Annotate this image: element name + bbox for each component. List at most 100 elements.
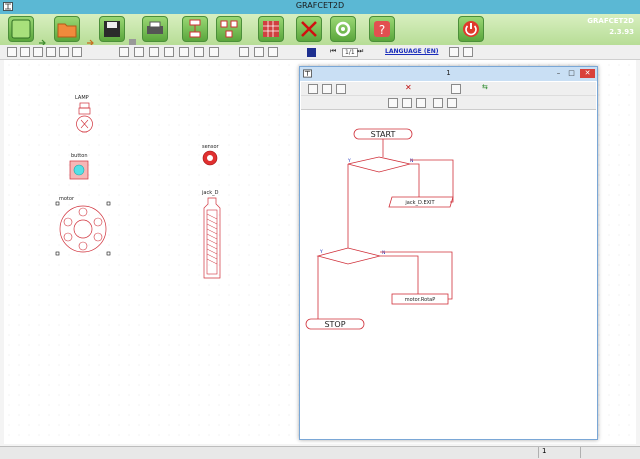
- folder-icon: [57, 23, 77, 38]
- status-empty: [580, 447, 639, 458]
- minimize-icon[interactable]: –: [553, 69, 564, 78]
- start-terminal[interactable]: START: [353, 128, 413, 140]
- grafcet-view-button[interactable]: [182, 16, 208, 42]
- component-tool-icon[interactable]: [7, 47, 17, 57]
- help-icon: ?: [374, 21, 390, 37]
- decision-1-no: N: [410, 158, 413, 164]
- save-button[interactable]: [99, 16, 125, 42]
- grid-icon: [263, 21, 279, 37]
- floppy-icon: [104, 21, 120, 37]
- child-step-icon[interactable]: [433, 98, 443, 108]
- flow-line-loop2: [380, 251, 453, 300]
- input-tool-icon[interactable]: [20, 47, 30, 57]
- power-icon: [463, 21, 479, 37]
- main-toolbar: ? GRAFCET2D 2.3.93: [0, 14, 640, 47]
- child-image-icon[interactable]: [451, 84, 461, 94]
- new-page-icon: [11, 19, 31, 39]
- picture-icon[interactable]: [463, 47, 473, 57]
- child-pointer-icon[interactable]: [388, 98, 398, 108]
- flow-line-loop1: [410, 159, 454, 203]
- svg-text:?: ?: [379, 23, 385, 37]
- stop-text: STOP: [324, 320, 345, 329]
- color-swatch[interactable]: [307, 48, 316, 57]
- grafcet-icon: [189, 19, 201, 38]
- sensor-icon[interactable]: [202, 150, 218, 166]
- language-link[interactable]: LANGUAGE (EN): [385, 48, 438, 55]
- flowchart-window: 1 – □ ✕ ✕ ⇆ START Y N jack_D.EXIT Y N mo…: [299, 66, 598, 440]
- decision-1[interactable]: [347, 156, 411, 173]
- first-page-icon[interactable]: ⏮: [330, 47, 336, 56]
- rect-tool-icon[interactable]: [134, 47, 144, 57]
- maximize-icon[interactable]: □: [566, 69, 577, 78]
- delete-all-button[interactable]: [296, 16, 322, 42]
- action-1-text: jack_D.EXIT: [404, 200, 435, 206]
- version-app-name: GRAFCET2D: [587, 17, 634, 25]
- close-icon[interactable]: ✕: [580, 69, 595, 78]
- gear-icon: [335, 21, 351, 37]
- status-page: 1: [538, 447, 582, 458]
- action-1-box[interactable]: jack_D.EXIT: [388, 196, 454, 208]
- app-titlebar: GRAFCET2D: [0, 0, 640, 14]
- printer-icon: [147, 21, 163, 34]
- button-label: button: [71, 153, 88, 159]
- child-network-icon[interactable]: [402, 98, 412, 108]
- text-tool-icon[interactable]: [209, 47, 219, 57]
- jack-icon[interactable]: [200, 196, 224, 280]
- child-decision-icon[interactable]: [447, 98, 457, 108]
- copy-page-icon[interactable]: [268, 47, 278, 57]
- stop-terminal[interactable]: STOP: [305, 318, 365, 330]
- child-toolbar-bottom: [301, 96, 596, 110]
- child-open-icon[interactable]: [322, 84, 332, 94]
- motor-icon[interactable]: [54, 200, 112, 258]
- fill-tool-icon[interactable]: [179, 47, 189, 57]
- start-text: START: [371, 130, 396, 139]
- action-2-text: motor.RotaP: [405, 297, 435, 303]
- camera-icon[interactable]: [449, 47, 459, 57]
- network-view-button[interactable]: [216, 16, 242, 42]
- secondary-toolbar: ⏮ 1/1 ⏭ LANGUAGE (EN): [0, 45, 640, 60]
- child-move-icon[interactable]: [416, 98, 426, 108]
- version-info: GRAFCET2D 2.3.93: [587, 16, 634, 38]
- flow-line-no1: [410, 163, 420, 197]
- button-icon[interactable]: [69, 160, 89, 180]
- delete-page-icon[interactable]: [254, 47, 264, 57]
- lamp-label: LAMP: [75, 95, 89, 101]
- delete-cross-icon: [301, 21, 317, 37]
- child-titlebar: 1 – □ ✕: [300, 67, 597, 81]
- line-tool-icon[interactable]: [119, 47, 129, 57]
- decision-2-yes: Y: [319, 249, 323, 255]
- child-delete-icon[interactable]: ✕: [405, 83, 412, 92]
- last-page-icon[interactable]: ⏭: [357, 47, 363, 56]
- network-tool-icon[interactable]: [46, 47, 56, 57]
- lamp-icon[interactable]: [73, 102, 97, 138]
- network-icon: [220, 20, 238, 38]
- status-bar: 1: [0, 446, 640, 459]
- child-toolbar-top: ✕ ⇆: [301, 82, 596, 96]
- arrow-tool-icon[interactable]: [164, 47, 174, 57]
- simulation-button[interactable]: [330, 16, 356, 42]
- exit-button[interactable]: [458, 16, 484, 42]
- help-button[interactable]: ?: [369, 16, 395, 42]
- ellipse-tool-icon[interactable]: [149, 47, 159, 57]
- window-title: GRAFCET2D: [295, 1, 345, 10]
- child-new-icon[interactable]: [308, 84, 318, 94]
- decision-1-yes: Y: [347, 158, 351, 164]
- image-tool-icon[interactable]: [194, 47, 204, 57]
- action-2-box[interactable]: motor.RotaP: [391, 293, 449, 305]
- open-button[interactable]: [54, 16, 80, 42]
- move-tool-icon[interactable]: [59, 47, 69, 57]
- decision-2[interactable]: [316, 247, 381, 265]
- decision-2-no: N: [382, 250, 385, 256]
- new-page-button[interactable]: [8, 16, 34, 42]
- flow-line-no2: [380, 255, 419, 294]
- select-tool-icon[interactable]: [33, 47, 43, 57]
- page-indicator: 1/1: [342, 48, 358, 57]
- version-number: 2.3.93: [609, 28, 634, 36]
- child-exec-icon[interactable]: ⇆: [482, 83, 488, 91]
- flowchart-canvas[interactable]: START Y N jack_D.EXIT Y N motor.RotaP ST…: [300, 110, 597, 439]
- page-tool-icon[interactable]: [239, 47, 249, 57]
- grid-view-button[interactable]: [258, 16, 284, 42]
- child-save-icon[interactable]: [336, 84, 346, 94]
- sensor-tool-icon[interactable]: [72, 47, 82, 57]
- print-button[interactable]: [142, 16, 168, 42]
